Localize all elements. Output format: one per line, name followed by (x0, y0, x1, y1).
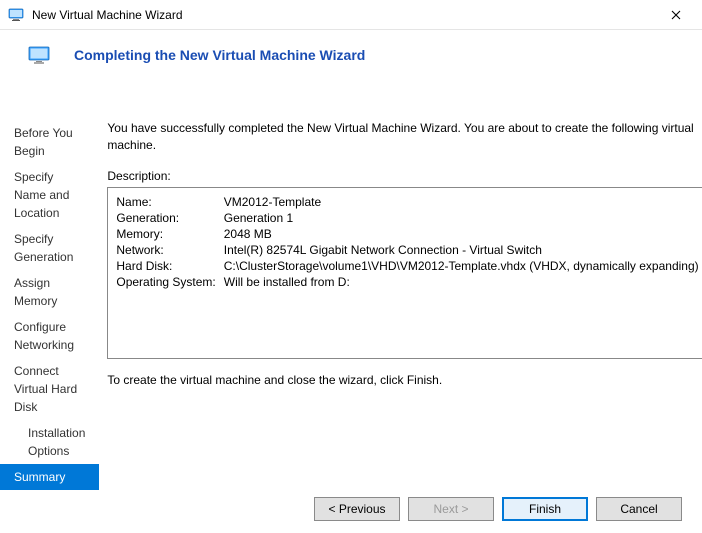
summary-table: Name:VM2012-TemplateGeneration:Generatio… (116, 194, 698, 290)
titlebar: New Virtual Machine Wizard (0, 0, 702, 30)
summary-key: Memory: (116, 226, 223, 242)
summary-key: Hard Disk: (116, 258, 223, 274)
summary-value: Generation 1 (224, 210, 699, 226)
wizard-header: Completing the New Virtual Machine Wizar… (0, 30, 702, 90)
table-row: Hard Disk:C:\ClusterStorage\volume1\VHD\… (116, 258, 698, 274)
summary-value: VM2012-Template (224, 194, 699, 210)
intro-text: You have successfully completed the New … (107, 120, 702, 155)
wizard-step[interactable]: Configure Networking (0, 314, 99, 358)
wizard-step[interactable]: Assign Memory (0, 270, 99, 314)
wizard-step[interactable]: Summary (0, 464, 99, 490)
wizard-step[interactable]: Connect Virtual Hard Disk (0, 358, 99, 420)
summary-key: Name: (116, 194, 223, 210)
finish-button[interactable]: Finish (502, 497, 588, 521)
table-row: Name:VM2012-Template (116, 194, 698, 210)
previous-button[interactable]: < Previous (314, 497, 400, 521)
next-button: Next > (408, 497, 494, 521)
wizard-step[interactable]: Specify Generation (0, 226, 99, 270)
wizard-step[interactable]: Before You Begin (0, 120, 99, 164)
window-title: New Virtual Machine Wizard (32, 8, 658, 22)
table-row: Network:Intel(R) 82574L Gigabit Network … (116, 242, 698, 258)
description-box[interactable]: Name:VM2012-TemplateGeneration:Generatio… (107, 187, 702, 359)
wizard-footer: < Previous Next > Finish Cancel (314, 497, 682, 521)
summary-value: Intel(R) 82574L Gigabit Network Connecti… (224, 242, 699, 258)
summary-value: Will be installed from D: (224, 274, 699, 290)
summary-value: 2048 MB (224, 226, 699, 242)
outro-text: To create the virtual machine and close … (107, 373, 702, 387)
cancel-button[interactable]: Cancel (596, 497, 682, 521)
wizard-step[interactable]: Specify Name and Location (0, 164, 99, 226)
summary-key: Operating System: (116, 274, 223, 290)
app-monitor-icon (8, 7, 24, 23)
table-row: Operating System:Will be installed from … (116, 274, 698, 290)
summary-value: C:\ClusterStorage\volume1\VHD\VM2012-Tem… (224, 258, 699, 274)
table-row: Generation:Generation 1 (116, 210, 698, 226)
summary-key: Network: (116, 242, 223, 258)
table-row: Memory:2048 MB (116, 226, 698, 242)
wizard-step[interactable]: Installation Options (0, 420, 99, 464)
page-title: Completing the New Virtual Machine Wizar… (74, 47, 365, 63)
description-label: Description: (107, 169, 702, 183)
summary-key: Generation: (116, 210, 223, 226)
wizard-main-panel: You have successfully completed the New … (99, 110, 702, 473)
wizard-steps-sidebar: Before You BeginSpecify Name and Locatio… (0, 110, 99, 473)
close-icon[interactable] (658, 0, 694, 30)
wizard-monitor-icon (28, 46, 50, 64)
